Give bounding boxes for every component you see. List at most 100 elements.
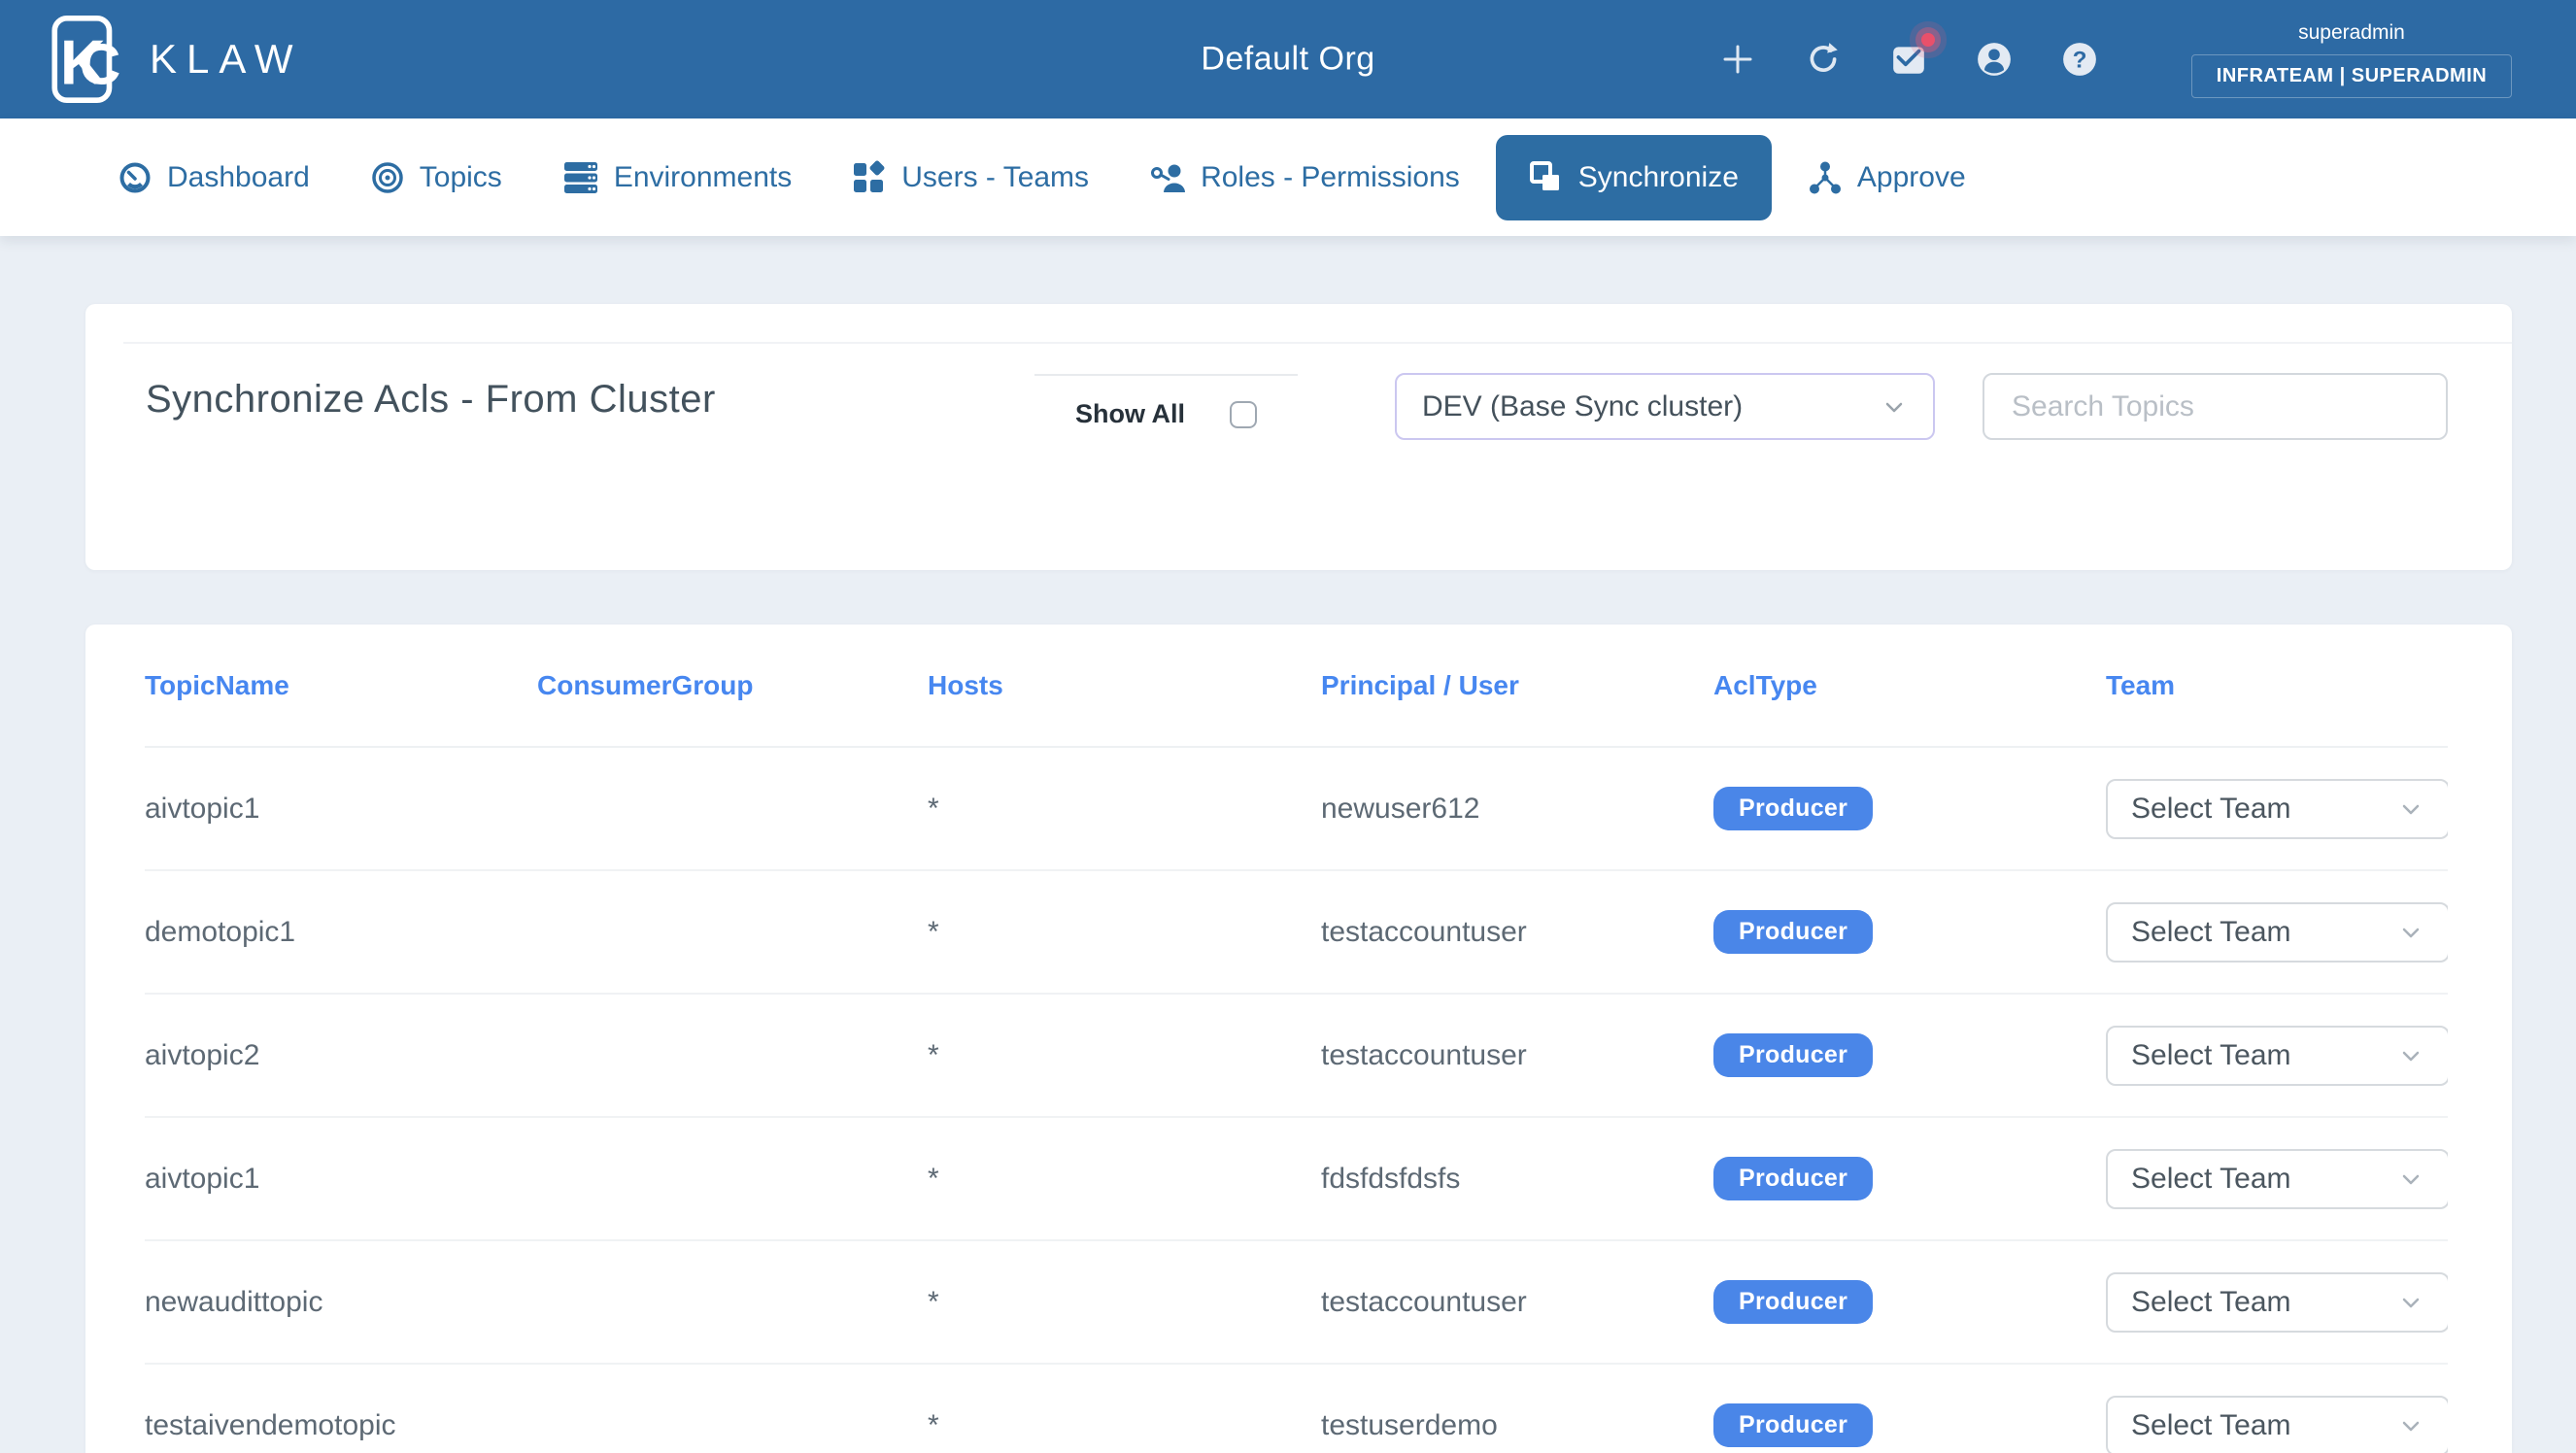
acl-table-card: TopicName ConsumerGroup Hosts Principal … (85, 625, 2512, 1453)
username: superadmin (2191, 21, 2512, 54)
hosts-cell: * (928, 1286, 1321, 1319)
main-nav: Dashboard Topics Environments Users - Te… (0, 118, 2576, 236)
principal-user-cell: testaccountuser (1321, 1039, 1713, 1072)
table-row: aivtopic1 * fdsfdsfdsfs Producer Select … (145, 1118, 2448, 1241)
principal-user-cell: fdsfdsfdsfs (1321, 1163, 1713, 1196)
chevron-down-icon (2397, 1412, 2424, 1439)
team-select[interactable]: Select Team (2106, 1026, 2448, 1086)
acl-type-cell: Producer (1713, 1403, 2106, 1447)
show-all-label: Show All (1075, 399, 1185, 429)
nav-label: Topics (420, 161, 502, 194)
acl-type-cell: Producer (1713, 1280, 2106, 1324)
table-row: demotopic1 * testaccountuser Producer Se… (145, 871, 2448, 995)
acl-type-badge: Producer (1713, 1033, 1873, 1077)
sync-acls-toolbar-card: Synchronize Acls - From Cluster Show All… (85, 304, 2512, 570)
team-select-value: Select Team (2131, 916, 2291, 949)
user-block[interactable]: superadmin INFRATEAM | SUPERADMIN (2191, 21, 2512, 98)
hosts-cell: * (928, 793, 1321, 826)
team-select[interactable]: Select Team (2106, 1396, 2448, 1453)
plus-icon[interactable] (1719, 41, 1756, 78)
acl-type-cell: Producer (1713, 910, 2106, 954)
nav-item-approve[interactable]: Approve (1778, 160, 1996, 195)
team-cell: Select Team (2106, 1026, 2448, 1086)
team-select[interactable]: Select Team (2106, 1272, 2448, 1333)
nav-item-environments[interactable]: Environments (532, 160, 822, 195)
hosts-cell: * (928, 1163, 1321, 1196)
column-header-topicname: TopicName (145, 670, 537, 701)
topic-name-cell: newaudittopic (145, 1286, 537, 1319)
acl-type-badge: Producer (1713, 910, 1873, 954)
hosts-cell: * (928, 1039, 1321, 1072)
principal-user-cell: testuserdemo (1321, 1409, 1713, 1442)
team-select[interactable]: Select Team (2106, 779, 2448, 839)
topic-name-cell: aivtopic1 (145, 793, 537, 826)
team-select-value: Select Team (2131, 1286, 2291, 1319)
nav-item-synchronize[interactable]: Synchronize (1496, 135, 1772, 220)
nav-item-topics[interactable]: Topics (340, 160, 532, 195)
nav-item-roles-permissions[interactable]: Roles - Permissions (1119, 160, 1490, 195)
brand[interactable]: K C KLAW (49, 16, 302, 103)
users-teams-icon (852, 160, 887, 195)
team-cell: Select Team (2106, 1272, 2448, 1333)
table-row: aivtopic2 * testaccountuser Producer Sel… (145, 995, 2448, 1118)
cluster-select-value: DEV (Base Sync cluster) (1422, 390, 1743, 423)
table-header-row: TopicName ConsumerGroup Hosts Principal … (145, 625, 2448, 748)
nav-item-users-teams[interactable]: Users - Teams (822, 160, 1119, 195)
team-role-badge: INFRATEAM | SUPERADMIN (2191, 54, 2512, 98)
org-title: Default Org (1201, 41, 1374, 79)
klaw-logo: K C (49, 16, 126, 103)
team-cell: Select Team (2106, 1396, 2448, 1453)
show-all-control: Show All (1034, 374, 1298, 429)
approve-icon (1808, 160, 1843, 195)
nav-label: Environments (614, 161, 792, 194)
column-header-hosts: Hosts (928, 670, 1321, 701)
column-header-principal-user: Principal / User (1321, 670, 1713, 701)
team-select-value: Select Team (2131, 1409, 2291, 1442)
notification-dot (1921, 33, 1935, 47)
svg-text:C: C (80, 32, 121, 96)
principal-user-cell: newuser612 (1321, 793, 1713, 826)
chevron-down-icon (2397, 919, 2424, 946)
team-select-value: Select Team (2131, 1039, 2291, 1072)
brand-name: KLAW (150, 36, 302, 83)
refresh-icon[interactable] (1805, 41, 1842, 78)
nav-item-dashboard[interactable]: Dashboard (87, 160, 340, 195)
table-row: newaudittopic * testaccountuser Producer… (145, 1241, 2448, 1365)
help-icon[interactable]: ? (2061, 41, 2098, 78)
table-row: testaivendemotopic * testuserdemo Produc… (145, 1365, 2448, 1453)
nav-label: Dashboard (167, 161, 310, 194)
topic-name-cell: demotopic1 (145, 916, 537, 949)
nav-label: Users - Teams (901, 161, 1089, 194)
column-header-acltype: AclType (1713, 670, 2106, 701)
column-header-consumergroup: ConsumerGroup (537, 670, 928, 701)
cluster-select[interactable]: DEV (Base Sync cluster) (1395, 373, 1935, 440)
topics-icon (370, 160, 405, 195)
team-select[interactable]: Select Team (2106, 1149, 2448, 1209)
chevron-down-icon (2397, 1166, 2424, 1193)
acl-type-badge: Producer (1713, 1403, 1873, 1447)
page-title: Synchronize Acls - From Cluster (146, 378, 716, 422)
principal-user-cell: testaccountuser (1321, 1286, 1713, 1319)
dashboard-icon (118, 160, 153, 195)
user-profile-icon[interactable] (1976, 41, 2013, 78)
team-select-value: Select Team (2131, 1163, 2291, 1196)
chevron-down-icon (2397, 1289, 2424, 1316)
chevron-down-icon (1881, 393, 1908, 421)
mail-notifications-icon[interactable] (1890, 41, 1927, 78)
table-row: aivtopic1 * newuser612 Producer Select T… (145, 748, 2448, 871)
environments-icon (562, 160, 599, 195)
team-cell: Select Team (2106, 779, 2448, 839)
nav-label: Synchronize (1578, 161, 1739, 194)
team-select[interactable]: Select Team (2106, 902, 2448, 963)
top-bar: K C KLAW Default Org ? superadmin INFRAT… (0, 0, 2576, 118)
page-content: Synchronize Acls - From Cluster Show All… (0, 236, 2576, 1453)
search-topics-input[interactable] (1983, 373, 2448, 440)
principal-user-cell: testaccountuser (1321, 916, 1713, 949)
topic-name-cell: aivtopic2 (145, 1039, 537, 1072)
show-all-checkbox[interactable] (1230, 401, 1257, 428)
column-header-team: Team (2106, 670, 2448, 701)
chevron-down-icon (2397, 1042, 2424, 1069)
roles-permissions-icon (1149, 160, 1186, 195)
acl-type-badge: Producer (1713, 787, 1873, 830)
divider (123, 342, 2512, 344)
